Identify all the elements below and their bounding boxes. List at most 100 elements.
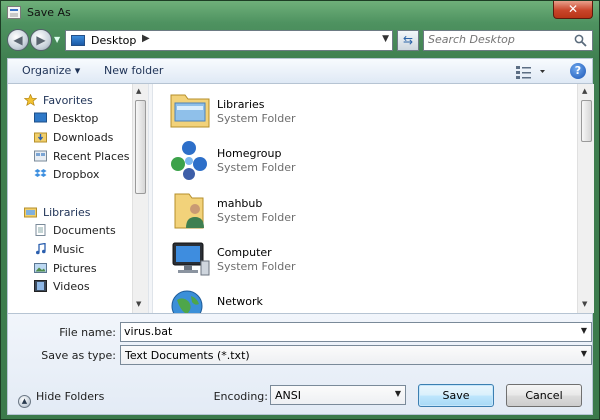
network-icon (171, 290, 203, 313)
list-item[interactable]: Libraries System Folder (167, 89, 467, 137)
sidebar-item-label: Desktop (53, 112, 99, 125)
cancel-button[interactable]: Cancel (506, 384, 582, 407)
search-box[interactable] (423, 30, 593, 51)
refresh-button[interactable]: ⇆ (397, 30, 419, 51)
refresh-icon: ⇆ (402, 33, 414, 47)
forward-button[interactable]: ▶ (30, 29, 52, 51)
file-name: Network (217, 295, 263, 308)
address-dropdown-icon[interactable]: ▼ (382, 34, 389, 44)
pictures-icon (34, 262, 47, 274)
file-name-input[interactable] (124, 325, 564, 338)
downloads-folder-icon (34, 131, 47, 143)
scroll-up-icon[interactable]: ▲ (136, 87, 141, 95)
sidebar-item-downloads[interactable]: Downloads (34, 131, 113, 147)
desktop-icon (71, 35, 85, 46)
computer-icon (172, 242, 210, 276)
file-name: Homegroup (217, 147, 282, 160)
hide-folders-button[interactable]: ▲ Hide Folders (18, 390, 104, 408)
sidebar-item-videos[interactable]: Videos (34, 280, 90, 296)
save-as-dialog: Save As ✕ ◀ ▶ ▼ Desktop ▶ ▼ ⇆ Organize ▾… (0, 0, 600, 420)
list-item[interactable]: Computer System Folder (167, 237, 467, 285)
save-as-type-label: Save as type: (41, 349, 116, 362)
scroll-up-icon[interactable]: ▲ (582, 87, 587, 95)
chevron-right-icon[interactable]: ▶ (142, 33, 150, 44)
sidebar-item-pictures[interactable]: Pictures (34, 262, 97, 278)
window-title: Save As (27, 6, 71, 19)
file-name: Libraries (217, 98, 265, 111)
file-type: System Folder (217, 260, 296, 273)
notepad-icon (7, 6, 21, 19)
file-type: System Folder (217, 161, 296, 174)
sidebar-item-label: Music (53, 243, 85, 256)
favorites-group[interactable]: Favorites (23, 93, 93, 107)
sidebar-item-music[interactable]: Music (34, 242, 85, 259)
address-text[interactable]: Desktop (91, 34, 136, 47)
user-folder-icon (174, 193, 204, 229)
desktop-icon (34, 112, 47, 124)
libraries-icon (170, 94, 210, 128)
sidebar-item-label: Pictures (53, 262, 97, 275)
scroll-down-icon[interactable]: ▼ (582, 300, 587, 308)
address-bar[interactable]: Desktop ▶ ▼ (65, 30, 393, 51)
sidebar-item-label: Downloads (53, 131, 114, 144)
file-name-field[interactable]: ▼ (120, 322, 592, 342)
save-options-panel: File name: ▼ Save as type: Text Document… (7, 313, 593, 415)
chevron-down-icon[interactable]: ▼ (581, 349, 587, 358)
file-type: System Folder (217, 211, 296, 224)
chevron-down-icon[interactable]: ▼ (581, 326, 587, 335)
navigation-pane: Favorites Desktop Downloads Recent Place… (8, 84, 148, 313)
scrollbar-thumb[interactable] (135, 100, 146, 194)
encoding-label: Encoding: (213, 390, 268, 403)
favorites-label: Favorites (43, 94, 93, 107)
search-icon[interactable] (574, 34, 587, 47)
save-as-type-value: Text Documents (*.txt) (125, 349, 250, 362)
sidebar-item-label: Recent Places (53, 150, 130, 163)
hide-folders-label: Hide Folders (36, 390, 105, 403)
chevron-up-icon: ▲ (18, 395, 31, 408)
view-options-icon[interactable] (514, 63, 548, 80)
main-content: Favorites Desktop Downloads Recent Place… (7, 84, 594, 313)
dropbox-icon (34, 168, 47, 180)
scrollbar-thumb[interactable] (581, 100, 592, 142)
save-as-type-select[interactable]: Text Documents (*.txt) ▼ (120, 345, 592, 365)
documents-icon (34, 224, 47, 236)
libraries-label: Libraries (43, 206, 91, 219)
search-input[interactable] (428, 33, 568, 46)
sidebar-item-dropbox[interactable]: Dropbox (34, 168, 99, 184)
homegroup-icon (171, 141, 207, 180)
file-name: Computer (217, 246, 272, 259)
back-button[interactable]: ◀ (7, 29, 29, 51)
file-name: mahbub (217, 197, 263, 210)
encoding-select[interactable]: ANSI ▼ (270, 385, 406, 405)
sidebar-item-recent-places[interactable]: Recent Places (34, 150, 130, 166)
libraries-group[interactable]: Libraries (24, 206, 91, 219)
music-icon (34, 242, 47, 255)
navigation-bar: ◀ ▶ ▼ Desktop ▶ ▼ ⇆ (7, 28, 593, 54)
history-dropdown-icon[interactable]: ▼ (54, 35, 60, 44)
title-bar[interactable]: Save As ✕ (1, 1, 599, 25)
organize-button[interactable]: Organize ▾ (22, 64, 80, 77)
sidebar-item-label: Videos (53, 280, 90, 293)
nav-pane-scrollbar[interactable]: ▲ ▼ (132, 84, 148, 313)
libraries-icon (24, 206, 37, 218)
sidebar-item-label: Dropbox (53, 168, 100, 181)
help-button[interactable]: ? (570, 63, 586, 79)
list-item[interactable]: mahbub System Folder (167, 188, 467, 236)
list-item[interactable]: Network (167, 286, 467, 313)
new-folder-button[interactable]: New folder (104, 64, 163, 77)
recent-places-icon (34, 150, 47, 162)
file-list-scrollbar[interactable]: ▲ ▼ (577, 84, 594, 313)
save-button[interactable]: Save (418, 384, 494, 407)
encoding-value: ANSI (275, 389, 301, 402)
list-item[interactable]: Homegroup System Folder (167, 138, 467, 186)
scroll-down-icon[interactable]: ▼ (136, 300, 141, 308)
videos-icon (34, 280, 47, 292)
sidebar-item-documents[interactable]: Documents (34, 224, 116, 240)
chevron-down-icon[interactable]: ▼ (395, 389, 401, 398)
command-toolbar: Organize ▾ New folder ? (7, 58, 593, 84)
star-icon (23, 93, 38, 107)
file-name-label: File name: (59, 326, 116, 339)
sidebar-item-label: Documents (53, 224, 116, 237)
close-button[interactable]: ✕ (553, 1, 593, 19)
sidebar-item-desktop[interactable]: Desktop (34, 112, 98, 128)
